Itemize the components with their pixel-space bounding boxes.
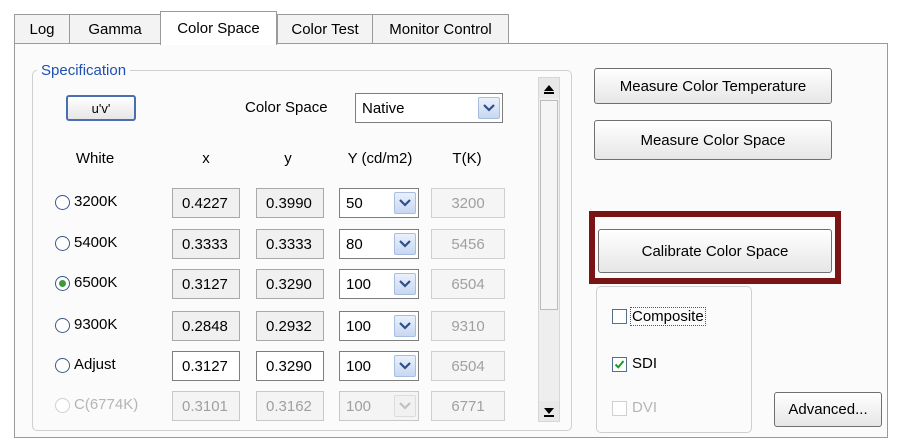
temperature-field-3200k: 3200 <box>431 188 505 218</box>
row-label-6500k: 6500K <box>74 274 118 291</box>
y-field-6500k[interactable]: 0.3290 <box>256 269 324 299</box>
header-white: White <box>75 150 115 167</box>
composite-checkbox[interactable] <box>612 309 627 324</box>
radio-9300k[interactable] <box>55 318 70 333</box>
checkmark-icon <box>614 360 625 369</box>
luminance-select-adjust[interactable]: 100 <box>339 351 419 381</box>
composite-label[interactable]: Composite <box>630 307 706 326</box>
temperature-field-c6774k: 6771 <box>431 391 505 421</box>
chevron-down-icon[interactable] <box>394 315 416 337</box>
luminance-select-9300k[interactable]: 100 <box>339 311 419 341</box>
radio-selected-dot <box>59 280 66 287</box>
sdi-checkbox[interactable] <box>612 357 627 372</box>
temperature-field-9300k: 9310 <box>431 311 505 341</box>
tab-log[interactable]: Log <box>14 14 70 44</box>
scrollbar-thumb[interactable] <box>540 100 558 310</box>
row-label-9300k: 9300K <box>74 316 118 333</box>
advanced-button[interactable]: Advanced... <box>774 392 882 427</box>
row-label-3200k: 3200K <box>74 193 118 210</box>
tab-color-test[interactable]: Color Test <box>277 14 373 44</box>
radio-3200k[interactable] <box>55 195 70 210</box>
uv-button[interactable]: u'v' <box>66 95 136 121</box>
header-x: x <box>202 150 210 167</box>
row-label-adjust: Adjust <box>74 356 116 373</box>
y-field-c6774k: 0.3162 <box>256 391 324 421</box>
tab-gamma[interactable]: Gamma <box>69 14 161 44</box>
chevron-down-icon <box>394 395 416 417</box>
y-field-9300k[interactable]: 0.2932 <box>256 311 324 341</box>
y-field-3200k[interactable]: 0.3990 <box>256 188 324 218</box>
x-field-6500k[interactable]: 0.3127 <box>172 269 240 299</box>
temperature-field-6500k: 6504 <box>431 269 505 299</box>
scroll-up-arrow-icon[interactable] <box>539 78 559 98</box>
measure-color-space-button[interactable]: Measure Color Space <box>594 120 832 160</box>
header-luminance: Y (cd/m2) <box>347 150 413 167</box>
luminance-select-3200k[interactable]: 50 <box>339 188 419 218</box>
y-field-adjust[interactable]: 0.3290 <box>256 351 324 381</box>
radio-c6774k <box>55 398 70 413</box>
temperature-field-5400k: 5456 <box>431 229 505 259</box>
radio-5400k[interactable] <box>55 236 70 251</box>
row-label-c6774k: C(6774K) <box>74 396 139 413</box>
luminance-select-6500k[interactable]: 100 <box>339 269 419 299</box>
calibrate-color-space-button[interactable]: Calibrate Color Space <box>598 229 832 273</box>
chevron-down-icon[interactable] <box>394 233 416 255</box>
sdi-label[interactable]: SDI <box>632 355 657 372</box>
header-temperature: T(K) <box>452 150 482 167</box>
dvi-checkbox <box>612 401 627 416</box>
color-space-label: Color Space <box>245 99 328 116</box>
tab-monitor-control[interactable]: Monitor Control <box>372 14 509 44</box>
y-field-5400k[interactable]: 0.3333 <box>256 229 324 259</box>
x-field-5400k[interactable]: 0.3333 <box>172 229 240 259</box>
x-field-9300k[interactable]: 0.2848 <box>172 311 240 341</box>
chevron-down-icon[interactable] <box>394 192 416 214</box>
row-label-5400k: 5400K <box>74 234 118 251</box>
x-field-3200k[interactable]: 0.4227 <box>172 188 240 218</box>
luminance-select-5400k[interactable]: 80 <box>339 229 419 259</box>
luminance-select-c6774k: 100 <box>339 391 419 421</box>
radio-adjust[interactable] <box>55 358 70 373</box>
chevron-down-icon[interactable] <box>394 273 416 295</box>
measure-color-temperature-button[interactable]: Measure Color Temperature <box>594 68 832 104</box>
temperature-field-adjust: 6504 <box>431 351 505 381</box>
dvi-label: DVI <box>632 399 658 416</box>
x-field-adjust[interactable]: 0.3127 <box>172 351 240 381</box>
chevron-down-icon[interactable] <box>394 355 416 377</box>
header-y: y <box>284 150 292 167</box>
color-space-select[interactable]: Native <box>355 93 503 123</box>
tab-color-space[interactable]: Color Space <box>160 11 277 45</box>
radio-6500k[interactable] <box>55 276 70 291</box>
scroll-down-arrow-icon[interactable] <box>539 401 559 421</box>
chevron-down-icon[interactable] <box>478 97 500 119</box>
x-field-c6774k: 0.3101 <box>172 391 240 421</box>
specification-legend: Specification <box>41 62 127 79</box>
color-space-value: Native <box>362 99 405 117</box>
vertical-scrollbar[interactable] <box>538 77 560 422</box>
